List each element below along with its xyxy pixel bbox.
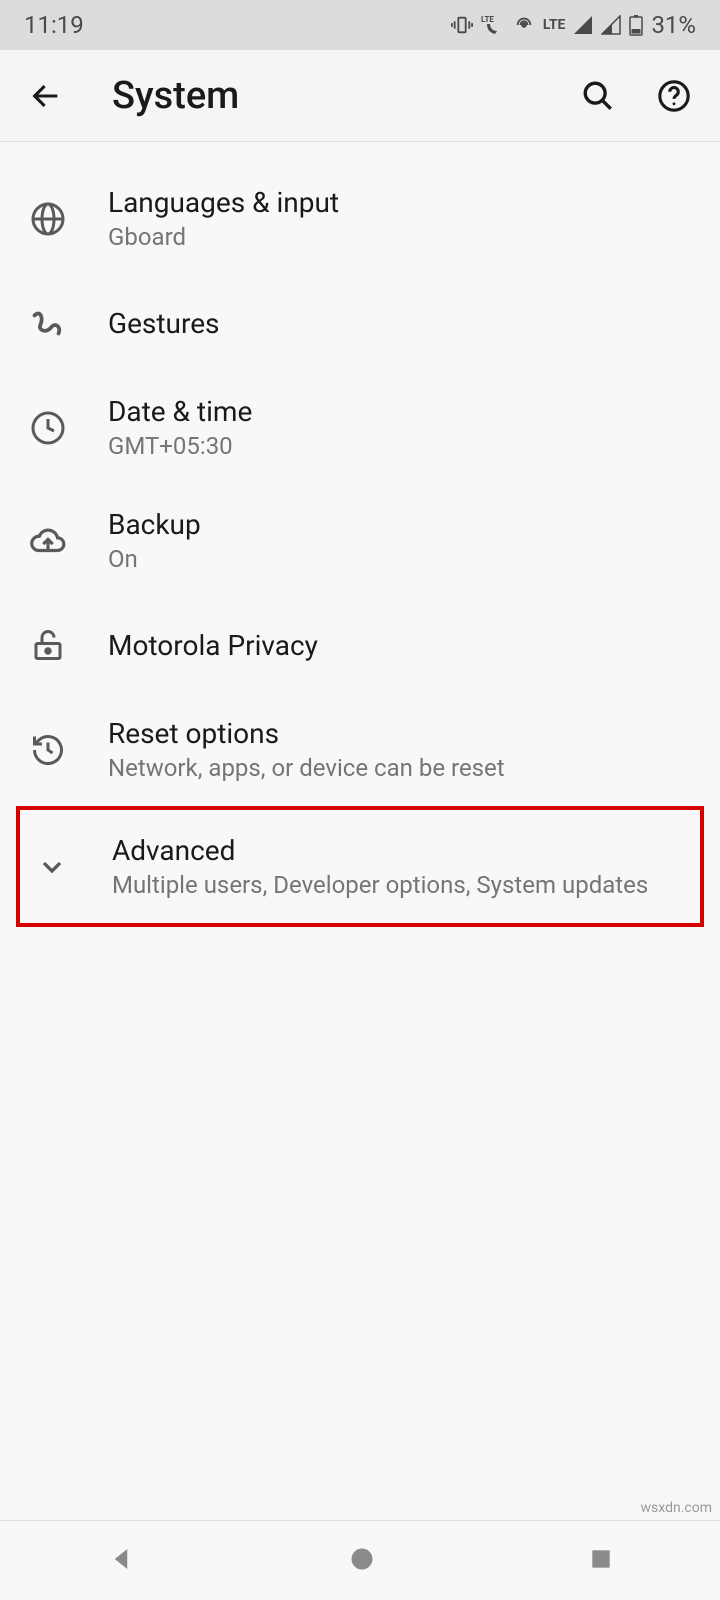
app-bar: System (0, 50, 720, 142)
settings-list: Languages & input Gboard Gestures Date &… (0, 142, 720, 927)
svg-text:LTE: LTE (481, 15, 494, 24)
list-item-reset[interactable]: Reset options Network, apps, or device c… (0, 693, 720, 806)
volte-call-icon: LTE (481, 14, 505, 36)
globe-icon (24, 195, 72, 243)
battery-icon (629, 14, 643, 36)
network-label: LTE (543, 17, 566, 33)
status-time: 11:19 (24, 11, 84, 39)
item-subtitle: Multiple users, Developer options, Syste… (112, 871, 680, 899)
item-subtitle: Gboard (108, 223, 700, 251)
vibrate-icon (451, 14, 473, 36)
hotspot-icon (513, 14, 535, 36)
list-item-advanced[interactable]: Advanced Multiple users, Developer optio… (20, 810, 700, 923)
list-item-privacy[interactable]: Motorola Privacy (0, 597, 720, 693)
item-title: Backup (108, 508, 700, 541)
list-item-languages[interactable]: Languages & input Gboard (0, 162, 720, 275)
item-title: Reset options (108, 717, 700, 750)
unlock-icon (24, 621, 72, 669)
page-title: System (112, 74, 544, 118)
item-title: Languages & input (108, 186, 700, 219)
item-subtitle: On (108, 545, 700, 573)
restore-icon (24, 726, 72, 774)
highlight-advanced: Advanced Multiple users, Developer optio… (16, 806, 704, 927)
help-button[interactable] (652, 74, 696, 118)
status-right: LTE LTE 31% (451, 11, 696, 39)
back-button[interactable] (24, 74, 68, 118)
navigation-bar (0, 1520, 720, 1600)
clock-icon (24, 404, 72, 452)
item-title: Advanced (112, 834, 680, 867)
list-item-backup[interactable]: Backup On (0, 484, 720, 597)
battery-percent: 31% (651, 11, 696, 39)
watermark: wsxdn.com (641, 1500, 712, 1516)
item-title: Motorola Privacy (108, 629, 700, 662)
cloud-upload-icon (24, 517, 72, 565)
nav-home-button[interactable] (348, 1545, 376, 1577)
signal-icon-2 (601, 15, 621, 35)
chevron-down-icon (28, 843, 76, 891)
item-subtitle: Network, apps, or device can be reset (108, 754, 700, 782)
status-bar: 11:19 LTE LTE 31% (0, 0, 720, 50)
item-title: Date & time (108, 395, 700, 428)
item-title: Gestures (108, 307, 700, 340)
signal-icon-1 (573, 15, 593, 35)
list-item-gestures[interactable]: Gestures (0, 275, 720, 371)
nav-back-button[interactable] (106, 1544, 136, 1578)
nav-recent-button[interactable] (588, 1546, 614, 1576)
search-button[interactable] (576, 74, 620, 118)
gesture-icon (24, 299, 72, 347)
list-item-datetime[interactable]: Date & time GMT+05:30 (0, 371, 720, 484)
item-subtitle: GMT+05:30 (108, 432, 700, 460)
